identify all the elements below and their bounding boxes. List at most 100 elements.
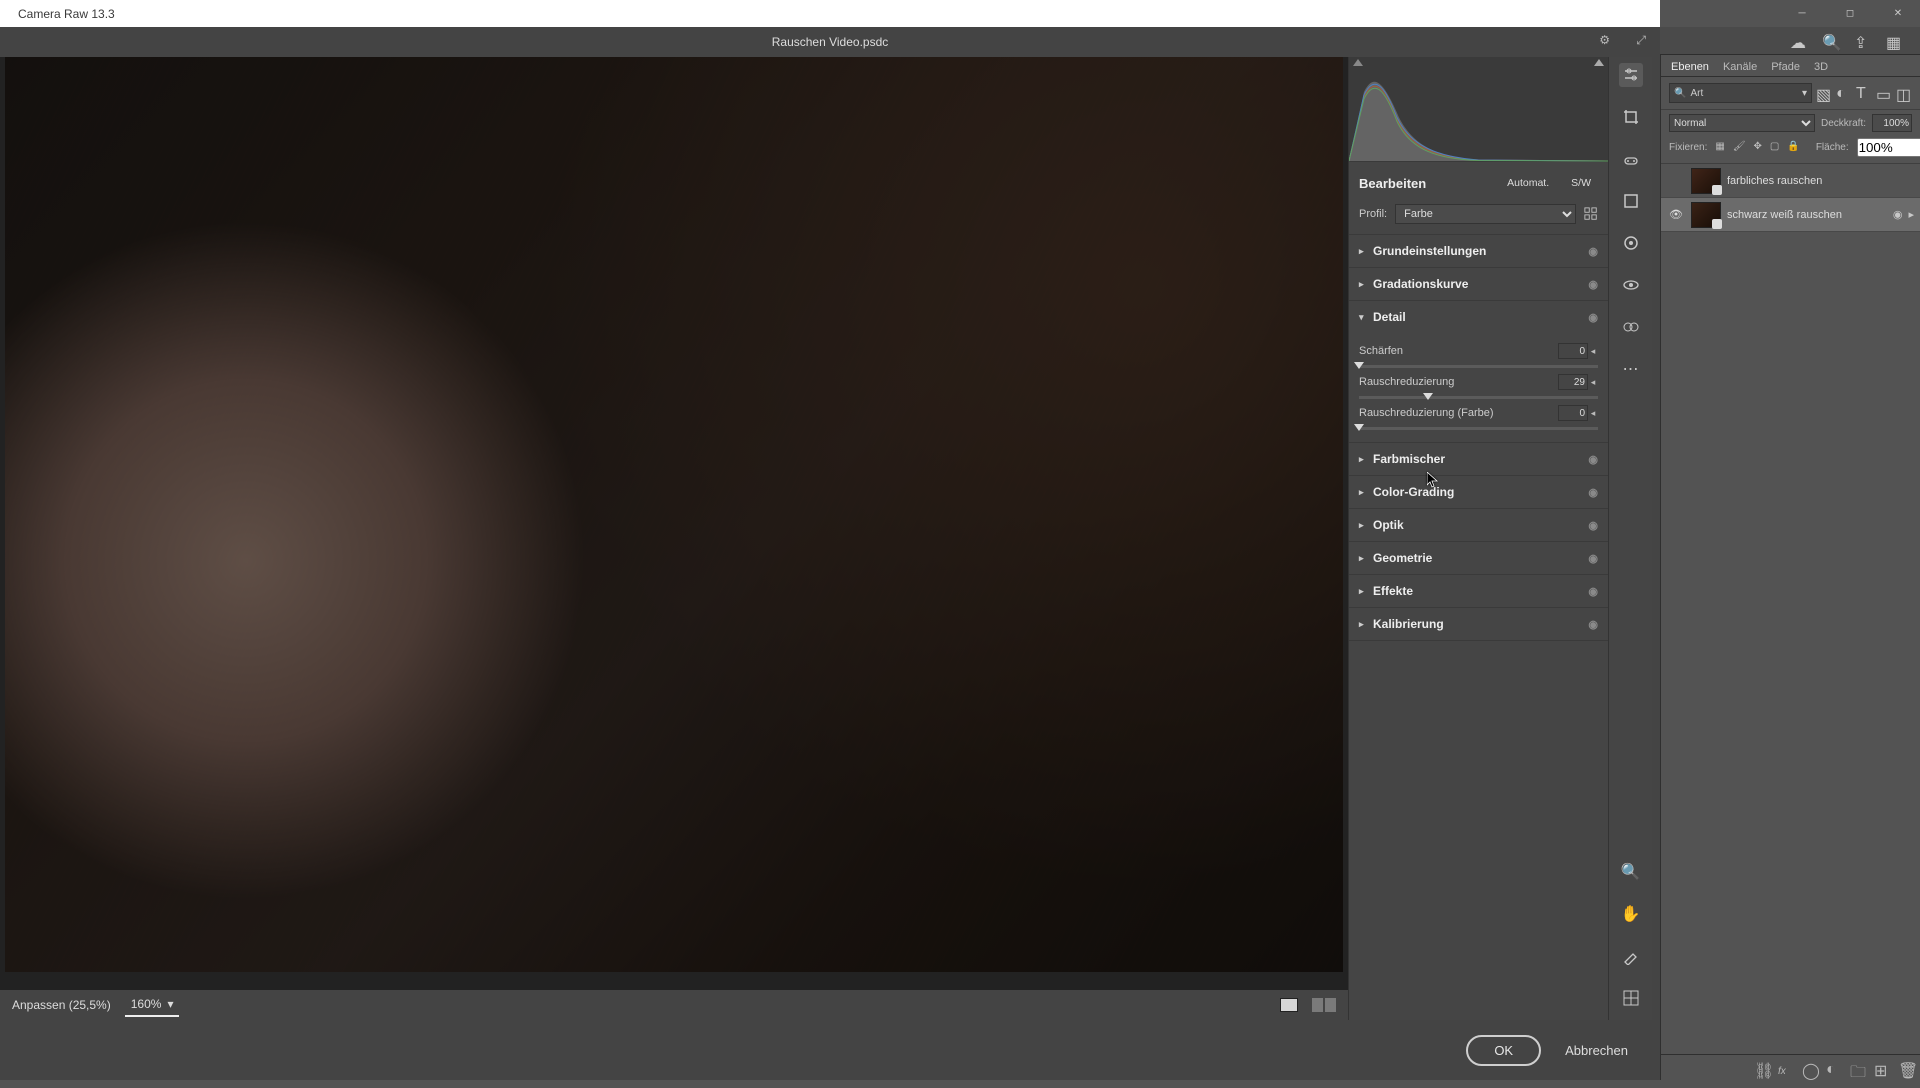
filter-smart-icon[interactable]: ◫ bbox=[1896, 85, 1912, 101]
slider-sharpen-track[interactable] bbox=[1359, 365, 1598, 368]
fit-label[interactable]: Anpassen (25,5%) bbox=[12, 998, 111, 1012]
panel-effects[interactable]: Effekte◉ bbox=[1349, 575, 1608, 607]
eye-icon[interactable]: ◉ bbox=[1588, 453, 1598, 466]
crop-tool-icon[interactable] bbox=[1619, 105, 1643, 129]
filter-pixel-icon[interactable]: ▧ bbox=[1816, 85, 1832, 101]
shadow-clip-indicator[interactable] bbox=[1353, 59, 1363, 66]
slider-nr-value[interactable] bbox=[1558, 374, 1588, 390]
workspace-icon[interactable]: ▦ bbox=[1886, 33, 1902, 49]
slider-thumb[interactable] bbox=[1354, 424, 1364, 431]
slider-nr-track[interactable] bbox=[1359, 396, 1598, 399]
slider-nrcolor-value[interactable] bbox=[1558, 405, 1588, 421]
smartfilter-icon[interactable]: ◉ bbox=[1893, 208, 1903, 221]
eye-icon[interactable]: ◉ bbox=[1588, 585, 1598, 598]
filter-shape-icon[interactable]: ▭ bbox=[1876, 85, 1892, 101]
mask-icon[interactable]: ◯ bbox=[1802, 1061, 1816, 1075]
eye-icon[interactable]: ◉ bbox=[1588, 552, 1598, 565]
panel-curve[interactable]: Gradationskurve ◉ bbox=[1349, 268, 1608, 300]
filter-type-icon[interactable]: T bbox=[1856, 85, 1872, 101]
lock-all-icon[interactable]: 🔒 bbox=[1787, 141, 1799, 154]
panel-basic[interactable]: Grundeinstellungen ◉ bbox=[1349, 235, 1608, 267]
bw-button[interactable]: S/W bbox=[1564, 174, 1598, 192]
snapshot-tool-icon[interactable] bbox=[1619, 315, 1643, 339]
disclosure-icon[interactable]: ◂ bbox=[1588, 346, 1598, 357]
hand-tool-icon[interactable]: ✋ bbox=[1619, 902, 1643, 926]
profile-select[interactable]: Farbe bbox=[1395, 204, 1576, 224]
share-icon[interactable]: ⇪ bbox=[1854, 33, 1870, 49]
lock-transparent-icon[interactable]: ▦ bbox=[1715, 141, 1724, 154]
disclosure-icon[interactable]: ◂ bbox=[1588, 377, 1598, 388]
close-button[interactable]: ✕ bbox=[1884, 4, 1912, 24]
panel-geometry[interactable]: Geometrie◉ bbox=[1349, 542, 1608, 574]
minimize-button[interactable]: ─ bbox=[1788, 4, 1816, 24]
ok-button[interactable]: OK bbox=[1466, 1035, 1541, 1066]
masking-tool-icon[interactable] bbox=[1619, 189, 1643, 213]
layer-thumbnail[interactable] bbox=[1691, 168, 1721, 194]
fx-icon[interactable]: fx bbox=[1778, 1061, 1792, 1075]
new-layer-icon[interactable]: ⊞ bbox=[1874, 1061, 1888, 1075]
before-after-single-icon[interactable] bbox=[1280, 998, 1298, 1012]
eye-icon[interactable]: ◉ bbox=[1588, 311, 1598, 324]
filter-adjust-icon[interactable]: ◐ bbox=[1836, 85, 1852, 101]
lock-nested-icon[interactable]: ▢ bbox=[1770, 141, 1779, 154]
zoom-select[interactable]: 160% ▾ bbox=[125, 993, 180, 1017]
maximize-button[interactable]: ◻ bbox=[1836, 4, 1864, 24]
panel-detail[interactable]: Detail ◉ bbox=[1349, 301, 1608, 333]
layer-thumbnail[interactable] bbox=[1691, 202, 1721, 228]
histogram[interactable] bbox=[1349, 57, 1608, 162]
layer-row[interactable]: 👁 schwarz weiß rauschen ◉ ▸ bbox=[1661, 198, 1920, 232]
tab-layers[interactable]: Ebenen bbox=[1671, 61, 1709, 73]
zoom-value: 160% bbox=[131, 997, 162, 1011]
edit-tool-icon[interactable] bbox=[1619, 63, 1643, 87]
slider-nrcolor-track[interactable] bbox=[1359, 427, 1598, 430]
panel-grading[interactable]: Color-Grading◉ bbox=[1349, 476, 1608, 508]
eye-icon[interactable]: ◉ bbox=[1588, 618, 1598, 631]
blend-mode-select[interactable]: Normal bbox=[1669, 114, 1815, 132]
link-layers-icon[interactable]: ⛓ bbox=[1754, 1061, 1768, 1075]
sampler-tool-icon[interactable] bbox=[1619, 944, 1643, 968]
tab-channels[interactable]: Kanäle bbox=[1723, 61, 1757, 73]
layer-filter-select[interactable]: 🔍 Art ▾ bbox=[1669, 83, 1812, 103]
eye-icon[interactable]: ◉ bbox=[1588, 245, 1598, 258]
visibility-toggle[interactable]: 👁 bbox=[1667, 208, 1685, 221]
before-after-split-icon[interactable] bbox=[1312, 998, 1336, 1012]
slider-sharpen-value[interactable] bbox=[1558, 343, 1588, 359]
tab-paths[interactable]: Pfade bbox=[1771, 61, 1800, 73]
chevron-right-icon[interactable]: ▸ bbox=[1908, 208, 1914, 221]
lock-position-icon[interactable]: ✥ bbox=[1754, 141, 1762, 154]
layer-row[interactable]: farbliches rauschen bbox=[1661, 164, 1920, 198]
cloud-icon[interactable]: ☁ bbox=[1790, 33, 1806, 49]
fill-input[interactable] bbox=[1857, 138, 1920, 157]
more-icon[interactable]: ⋯ bbox=[1619, 357, 1643, 381]
redeye-tool-icon[interactable] bbox=[1619, 273, 1643, 297]
highlight-clip-indicator[interactable] bbox=[1594, 59, 1604, 66]
trash-icon[interactable]: 🗑 bbox=[1898, 1061, 1912, 1075]
tab-3d[interactable]: 3D bbox=[1814, 61, 1828, 73]
slider-thumb[interactable] bbox=[1423, 393, 1433, 400]
eye-icon[interactable]: ◉ bbox=[1588, 519, 1598, 532]
lock-image-icon[interactable]: 🖌 bbox=[1733, 141, 1746, 154]
healing-tool-icon[interactable] bbox=[1619, 147, 1643, 171]
gear-icon[interactable]: ⚙ bbox=[1599, 33, 1610, 47]
radial-filter-icon[interactable] bbox=[1619, 231, 1643, 255]
layer-name[interactable]: farbliches rauschen bbox=[1727, 175, 1914, 187]
grid-tool-icon[interactable] bbox=[1619, 986, 1643, 1010]
panel-calibration[interactable]: Kalibrierung◉ bbox=[1349, 608, 1608, 640]
layer-name[interactable]: schwarz weiß rauschen bbox=[1727, 209, 1887, 221]
panel-optics[interactable]: Optik◉ bbox=[1349, 509, 1608, 541]
zoom-tool-icon[interactable]: 🔍 bbox=[1619, 860, 1643, 884]
profile-browser-icon[interactable] bbox=[1584, 207, 1598, 221]
opacity-input[interactable] bbox=[1872, 114, 1912, 132]
slider-thumb[interactable] bbox=[1354, 362, 1364, 369]
cancel-button[interactable]: Abbrechen bbox=[1561, 1037, 1632, 1064]
preview-area[interactable] bbox=[0, 57, 1348, 1020]
panel-mixer[interactable]: Farbmischer◉ bbox=[1349, 443, 1608, 475]
group-icon[interactable]: 🗀 bbox=[1850, 1061, 1864, 1075]
expand-icon[interactable]: ⤢ bbox=[1636, 33, 1646, 48]
adjustment-icon[interactable]: ◐ bbox=[1826, 1061, 1840, 1075]
search-icon[interactable]: 🔍 bbox=[1822, 33, 1838, 49]
disclosure-icon[interactable]: ◂ bbox=[1588, 408, 1598, 419]
eye-icon[interactable]: ◉ bbox=[1588, 486, 1598, 499]
auto-button[interactable]: Automat. bbox=[1500, 174, 1556, 192]
eye-icon[interactable]: ◉ bbox=[1588, 278, 1598, 291]
